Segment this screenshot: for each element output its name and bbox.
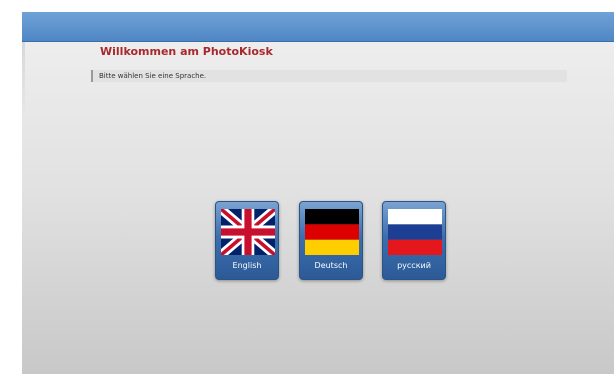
russia-flag-icon (388, 209, 442, 255)
instruction-text: Bitte wählen Sie eine Sprache. (99, 72, 207, 80)
top-bar (22, 12, 614, 42)
instruction-bar: Bitte wählen Sie eine Sprache. (91, 70, 567, 82)
language-button-english[interactable]: English (215, 201, 279, 280)
language-button-deutsch[interactable]: Deutsch (299, 201, 363, 280)
kiosk-screen: Willkommen am PhotoKiosk Bitte wählen Si… (22, 12, 614, 374)
language-label: русский (397, 261, 431, 270)
germany-flag-icon (305, 209, 359, 255)
page-title: Willkommen am PhotoKiosk (100, 45, 273, 58)
uk-flag-icon (221, 209, 275, 255)
left-edge-shade (22, 42, 25, 122)
language-button-russian[interactable]: русский (382, 201, 446, 280)
language-label: Deutsch (314, 261, 348, 270)
language-label: English (232, 261, 262, 270)
